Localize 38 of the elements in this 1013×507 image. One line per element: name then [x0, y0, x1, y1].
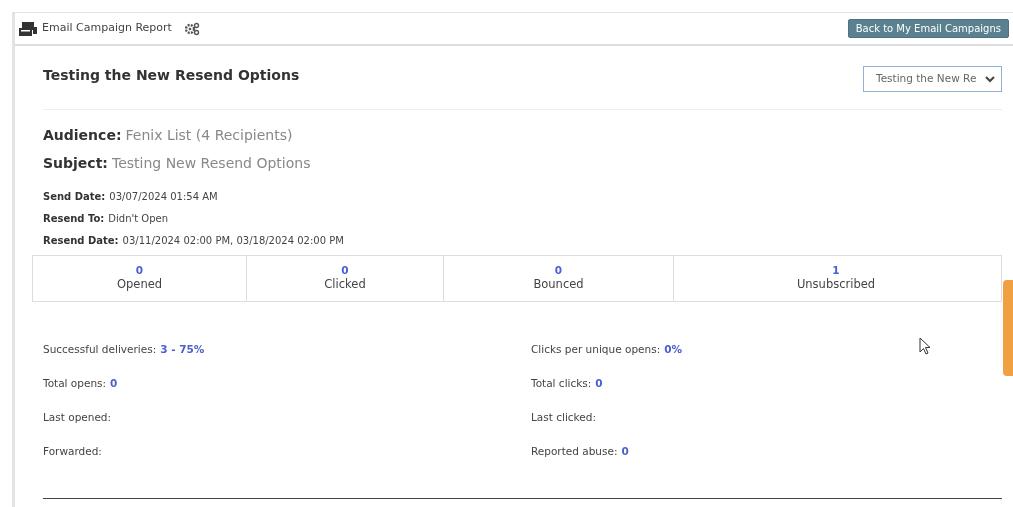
chevron-icon [985, 75, 995, 83]
stat-value: 3 - 75% [160, 342, 205, 358]
date-label: Resend To: [43, 212, 105, 226]
stat-label: Successful deliveries: [43, 342, 157, 358]
summary-count: 0 [340, 264, 350, 277]
date-label: Resend Date: [43, 234, 119, 248]
campaign-select[interactable]: Testing the New Re [863, 66, 1002, 92]
summary-count: 1 [831, 264, 841, 277]
summary-label: Clicked [323, 276, 367, 293]
stat-label: Reported abuse: [531, 444, 618, 460]
date-label: Send Date: [43, 190, 106, 204]
stat-label: Forwarded: [43, 444, 102, 460]
stat-label: Total clicks: [531, 376, 592, 392]
summary-label: Bounced [532, 276, 585, 293]
stat-label: Clicks per unique opens: [531, 342, 661, 358]
stat-label: Last opened: [43, 410, 112, 426]
stat-label: Last clicked: [531, 410, 596, 426]
campaign-title: Testing the New Resend Options [43, 66, 300, 85]
mouse-pointer-icon [919, 337, 931, 355]
summary-count: 0 [553, 264, 564, 277]
stat-value: 0 [595, 376, 603, 392]
detail-label: Subject: [43, 154, 108, 173]
summary-label: Unsubscribed [795, 276, 877, 293]
date-value: 03/11/2024 02:00 PM, 03/18/2024 02:00 PM [122, 234, 344, 248]
detail-value: Testing New Resend Options [111, 154, 311, 173]
page-title: Email Campaign Report [42, 20, 172, 37]
summary-label: Opened [115, 276, 164, 293]
summary-count: 0 [134, 264, 145, 277]
detail-label: Audience: [43, 126, 122, 145]
stat-value: 0 [621, 444, 629, 460]
stat-value: 0% [664, 342, 682, 358]
stat-value: 0 [110, 376, 118, 392]
date-value: Didn't Open [108, 212, 169, 226]
detail-value: Fenix List (4 Recipients) [125, 126, 293, 145]
settings-icon[interactable] [183, 21, 200, 36]
date-value: 03/07/2024 01:54 AM [109, 190, 218, 204]
back-button[interactable]: Back to My Email Campaigns [847, 19, 1009, 38]
stat-label: Total opens: [43, 376, 107, 392]
